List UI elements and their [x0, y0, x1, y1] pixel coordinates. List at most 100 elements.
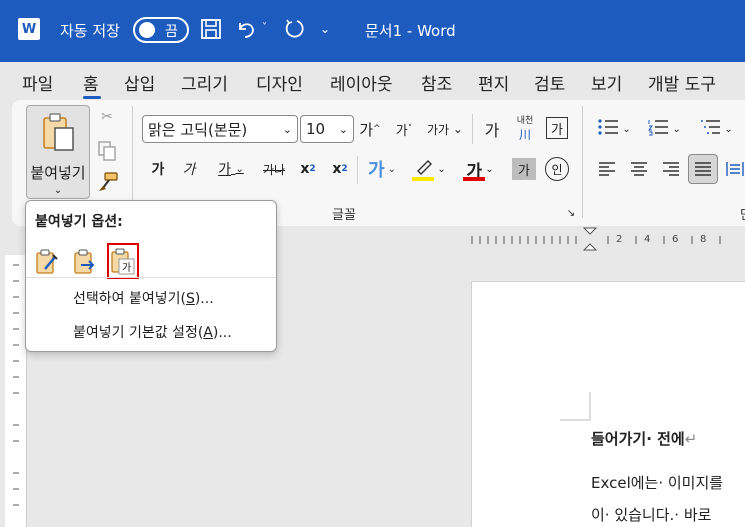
set-default-paste-menu-item[interactable]: 붙여넣기 기본값 설정(A)... [73, 322, 232, 342]
chevron-down-icon: ⌄ [282, 122, 292, 136]
font-group-label: 글꼴 [332, 208, 356, 223]
vertical-ruler-track [5, 255, 27, 527]
align-center-icon[interactable] [628, 157, 650, 181]
phonetic-top: 내천 [516, 116, 534, 126]
bold-label: 가 [151, 162, 165, 178]
char-border-label: 가 [551, 122, 563, 138]
superscript-button[interactable]: x2 [328, 157, 352, 181]
autosave-toggle[interactable]: 끔 [133, 17, 189, 43]
superscript-label: x [332, 161, 342, 177]
char-shading-button[interactable]: 가 [512, 158, 536, 180]
font-dialog-launcher-icon[interactable]: ↘ [564, 206, 578, 220]
ruler-mark: 4 [644, 234, 651, 245]
horizontal-ruler[interactable]: 2 4 6 8 [468, 226, 745, 254]
strikethrough-label: 가나 [262, 162, 286, 177]
svg-text:가: 가 [122, 262, 131, 274]
menu-item-label: 선택하여 붙여넣기( [73, 291, 186, 307]
italic-button[interactable]: 가 [178, 157, 200, 181]
clipboard-icon [40, 112, 76, 156]
tab-insert[interactable]: 삽입 [124, 70, 155, 95]
word-logo-icon[interactable]: W [18, 18, 40, 40]
tab-design[interactable]: 디자인 [256, 70, 303, 95]
char-border-button[interactable]: 가 [546, 117, 568, 139]
font-size-value: 10 [306, 120, 326, 138]
heading-text: 들어가기· 전에 [591, 430, 685, 448]
tab-view[interactable]: 보기 [591, 70, 622, 95]
clear-format-label: 가 [484, 121, 500, 140]
document-title: 문서1 - Word [365, 22, 456, 40]
char-shading-label: 가 [518, 163, 530, 179]
tab-draw[interactable]: 그리기 [181, 70, 228, 95]
highlight-color-swatch [412, 177, 434, 181]
document-heading[interactable]: 들어가기· 전에↵ [591, 428, 697, 449]
tab-mailings[interactable]: 편지 [478, 70, 509, 95]
tab-review[interactable]: 검토 [534, 70, 565, 95]
highlighter-icon [414, 159, 434, 179]
ribbon-tabs: 파일 홈 삽입 그리기 디자인 레이아웃 참조 편지 검토 보기 개발 도구 [0, 62, 745, 100]
enclose-char-button[interactable]: 인 [545, 157, 569, 181]
customize-toolbar-icon[interactable]: ⌄ [320, 22, 330, 36]
document-line[interactable]: Excel에는· 이미지를 [591, 472, 723, 493]
autosave-label: 자동 저장 [60, 22, 120, 40]
tab-references[interactable]: 참조 [421, 70, 452, 95]
text-effects-button[interactable]: 가 ⌄ [362, 155, 402, 183]
tab-home[interactable]: 홈 [83, 70, 99, 95]
redo-icon[interactable] [282, 17, 306, 41]
paste-options-title: 붙여넣기 옵션: [35, 214, 123, 230]
undo-icon[interactable] [234, 17, 258, 41]
grow-font-label: 가 [359, 120, 374, 139]
paste-button[interactable]: 붙여넣기 ⌄ [26, 105, 90, 199]
group-separator [582, 106, 583, 218]
ruler-mark: 6 [672, 234, 679, 245]
bold-button[interactable]: 가 [147, 157, 169, 181]
grow-font-button[interactable]: 가 ^ [358, 117, 382, 141]
numbered-list-icon [647, 118, 669, 140]
enclosed-char-label: 인 [551, 162, 563, 177]
document-page[interactable]: 들어가기· 전에↵ Excel에는· 이미지를 이· 있습니다.· 바로 [471, 281, 745, 527]
tab-file[interactable]: 파일 [22, 70, 53, 95]
keep-source-formatting-icon[interactable] [33, 247, 61, 277]
bullets-button[interactable]: ⌄ [594, 117, 634, 141]
subscript-label: x [300, 161, 310, 177]
multilevel-list-icon [699, 118, 721, 140]
undo-dropdown-icon[interactable]: ˅ [262, 22, 267, 33]
justify-icon[interactable] [688, 154, 718, 184]
document-line[interactable]: 이· 있습니다.· 바로 [591, 504, 711, 525]
phonetic-bottom: 川 [518, 128, 531, 142]
align-right-icon[interactable] [660, 157, 682, 181]
merge-formatting-icon[interactable] [71, 247, 99, 277]
paste-special-menu-item[interactable]: 선택하여 붙여넣기(S)... [73, 288, 214, 308]
save-icon[interactable] [200, 18, 222, 40]
bullet-list-icon [597, 118, 619, 140]
chevron-down-icon: ⌄ [53, 185, 63, 196]
numbering-button[interactable]: ⌄ [644, 117, 684, 141]
underline-label: 가 [218, 162, 232, 178]
keep-text-only-icon[interactable]: 가 [107, 243, 139, 279]
clear-formatting-button[interactable]: 가 [480, 117, 504, 141]
font-size-select[interactable]: 10 ⌄ [300, 115, 354, 143]
paste-label: 붙여넣기 [30, 164, 86, 182]
autosave-state: 끔 [165, 24, 178, 40]
copy-icon[interactable] [96, 140, 118, 162]
change-case-button[interactable]: 가가 ⌄ [425, 117, 465, 141]
align-left-icon[interactable] [596, 157, 618, 181]
distributed-icon[interactable] [724, 157, 745, 181]
ruler-mark: 2 [616, 234, 623, 245]
tab-developer[interactable]: 개발 도구 [648, 70, 716, 95]
cut-icon[interactable]: ✂ [96, 106, 118, 128]
tab-layout[interactable]: 레이아웃 [330, 70, 393, 95]
shrink-font-button[interactable]: 가 ˅ [392, 117, 416, 141]
phonetic-guide-button[interactable]: 내천 川 [512, 113, 538, 143]
multilevel-list-button[interactable]: ⌄ [696, 117, 736, 141]
strikethrough-button[interactable]: 가나 [258, 157, 290, 181]
font-name-select[interactable]: 맑은 고딕(본문) ⌄ [142, 115, 298, 143]
format-painter-icon[interactable] [96, 170, 120, 194]
paste-options-menu: 붙여넣기 옵션: 가 선택하여 붙여넣기(S)... 붙여넣기 기본값 설정(A… [25, 200, 277, 352]
italic-label: 가 [182, 162, 196, 178]
font-name-value: 맑은 고딕(본문) [148, 120, 248, 139]
subscript-button[interactable]: x2 [296, 157, 320, 181]
underline-button[interactable]: 가 ⌄ [211, 157, 251, 181]
separator [472, 114, 473, 144]
toggle-knob [139, 22, 155, 38]
menu-item-label: 붙여넣기 기본값 설정( [73, 325, 204, 341]
